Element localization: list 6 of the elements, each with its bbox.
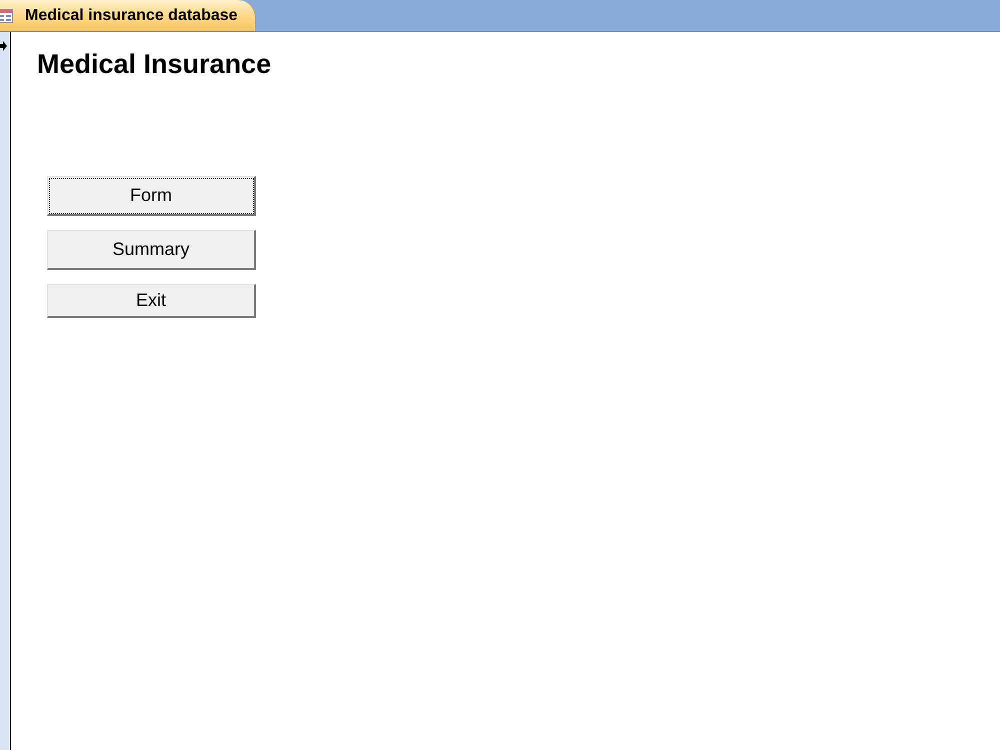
form-icon (0, 8, 13, 24)
form-button[interactable]: Summary (47, 230, 256, 270)
form-button[interactable]: Exit (47, 284, 256, 318)
document-tab[interactable]: Medical insurance database (0, 0, 256, 31)
form-button[interactable]: Form (47, 176, 256, 216)
form-heading: Medical Insurance (37, 48, 272, 81)
